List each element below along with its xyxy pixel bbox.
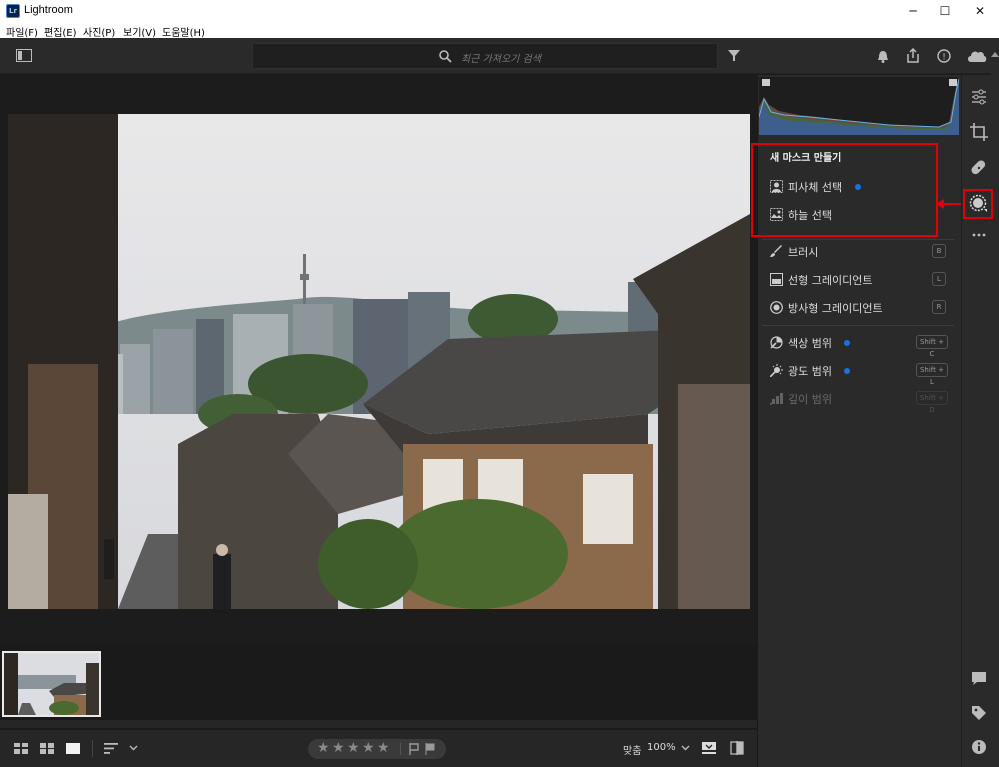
- star-2-icon[interactable]: ★: [332, 740, 345, 756]
- highlight-box-mask-options: [751, 143, 938, 237]
- thumbnail-image: [4, 653, 99, 715]
- filmstrip-thumbnail[interactable]: [2, 651, 101, 717]
- top-toolbar: 최근 가져오기 검색 !: [0, 38, 999, 74]
- menu-view[interactable]: 보기(V): [123, 24, 156, 39]
- info-icon[interactable]: [969, 737, 989, 757]
- star-4-icon[interactable]: ★: [362, 740, 375, 756]
- panel-toggle-icon[interactable]: [16, 49, 32, 62]
- color-range-icon: [770, 336, 783, 349]
- chevron-down-icon[interactable]: [129, 745, 138, 751]
- linear-gradient-icon: [770, 273, 783, 286]
- share-icon[interactable]: [906, 48, 920, 63]
- star-1-icon[interactable]: ★: [317, 740, 330, 756]
- linear-gradient-shortcut: L: [932, 272, 946, 286]
- shadow-clip-toggle[interactable]: [762, 79, 770, 86]
- toolbar-divider: [92, 740, 93, 757]
- help-icon[interactable]: !: [937, 49, 951, 63]
- filmstrip: [0, 645, 757, 730]
- menu-edit[interactable]: 편집(E): [44, 24, 77, 39]
- minimize-button[interactable]: ─: [895, 0, 931, 22]
- flag-reject-icon[interactable]: [425, 743, 435, 755]
- masking-icon[interactable]: [968, 193, 988, 213]
- edit-sliders-icon[interactable]: [969, 87, 989, 107]
- luminance-range-new-dot: [844, 368, 850, 374]
- title-bar: Lr Lightroom ─ ☐ ✕: [0, 0, 999, 22]
- filter-icon[interactable]: [728, 50, 740, 62]
- histogram-graph: [759, 77, 959, 135]
- luminance-range-shortcut: Shift + L: [916, 363, 948, 386]
- brush-item[interactable]: 브러시 B: [770, 243, 950, 261]
- main-photo[interactable]: [8, 114, 750, 609]
- maximize-button[interactable]: ☐: [927, 0, 963, 22]
- luminance-range-label: 광도 범위: [788, 365, 832, 378]
- more-icon[interactable]: [969, 225, 989, 245]
- menu-bar: 파일(F) 편집(E) 사진(P) 보기(V) 도움말(H): [0, 22, 999, 39]
- star-rating[interactable]: ★ ★ ★ ★ ★: [308, 739, 446, 759]
- photo-image: [8, 114, 750, 609]
- depth-range-shortcut: Shift + D: [916, 391, 948, 414]
- radial-gradient-item[interactable]: 방사형 그레이디언트 R: [770, 299, 950, 317]
- toolbar-scroll-track: [991, 38, 999, 75]
- linear-gradient-label: 선형 그레이디언트: [788, 274, 873, 287]
- brush-icon: [770, 245, 782, 257]
- highlight-clip-toggle[interactable]: [949, 79, 957, 86]
- scroll-up-arrow-icon[interactable]: [991, 52, 999, 57]
- sort-icon[interactable]: [104, 743, 118, 754]
- color-range-item[interactable]: 색상 범위 Shift + C: [770, 334, 950, 358]
- menu-file[interactable]: 파일(F): [6, 24, 38, 39]
- before-after-icon[interactable]: [730, 741, 744, 755]
- window-title: Lightroom: [24, 4, 73, 16]
- panel-divider: [762, 239, 954, 240]
- filmstrip-toggle-icon[interactable]: [702, 742, 716, 754]
- crop-icon[interactable]: [969, 122, 989, 142]
- comment-icon[interactable]: [969, 668, 989, 688]
- bell-icon[interactable]: [877, 50, 889, 63]
- search-input[interactable]: 최근 가져오기 검색: [461, 50, 541, 65]
- depth-range-label: 깊이 범위: [788, 393, 832, 406]
- square-grid-icon[interactable]: [14, 743, 28, 754]
- luminance-range-item[interactable]: 광도 범위 Shift + L: [770, 362, 950, 386]
- star-5-icon[interactable]: ★: [377, 740, 390, 756]
- star-3-icon[interactable]: ★: [347, 740, 360, 756]
- radial-gradient-shortcut: R: [932, 300, 946, 314]
- radial-gradient-label: 방사형 그레이디언트: [788, 302, 883, 315]
- tag-icon[interactable]: [969, 703, 989, 723]
- radial-gradient-icon: [770, 301, 783, 314]
- zoom-fit-label[interactable]: 맞춤: [623, 742, 641, 757]
- histogram: [759, 77, 959, 135]
- color-range-new-dot: [844, 340, 850, 346]
- color-range-shortcut: Shift + C: [916, 335, 948, 358]
- luminance-range-icon: [770, 364, 783, 377]
- color-range-label: 색상 범위: [788, 337, 832, 350]
- panel-divider-2: [762, 325, 954, 326]
- annotation-arrow-icon: [936, 199, 962, 209]
- healing-icon[interactable]: [969, 158, 989, 178]
- rating-divider: [400, 743, 401, 755]
- flag-pick-icon[interactable]: [409, 743, 419, 755]
- filmstrip-scrollbar[interactable]: [0, 720, 757, 728]
- menu-photo[interactable]: 사진(P): [83, 24, 115, 39]
- svg-text:!: !: [942, 53, 946, 63]
- close-button[interactable]: ✕: [962, 0, 998, 22]
- lightroom-logo: Lr: [6, 4, 20, 18]
- menu-help[interactable]: 도움말(H): [162, 24, 205, 39]
- detail-view-icon[interactable]: [66, 743, 80, 754]
- zoom-level[interactable]: 100%: [647, 742, 676, 753]
- zoom-chevron-down-icon[interactable]: [681, 745, 690, 751]
- depth-range-item: 깊이 범위 Shift + D: [770, 390, 950, 414]
- cloud-icon[interactable]: [967, 50, 987, 62]
- photo-grid-icon[interactable]: [40, 743, 54, 754]
- search-icon: [439, 50, 452, 63]
- search-bar[interactable]: 최근 가져오기 검색: [252, 43, 718, 69]
- brush-shortcut: B: [932, 244, 946, 258]
- brush-label: 브러시: [788, 246, 819, 259]
- tool-rail: [961, 75, 999, 767]
- linear-gradient-item[interactable]: 선형 그레이디언트 L: [770, 271, 950, 289]
- bottom-toolbar: ★ ★ ★ ★ ★ 맞춤 100%: [0, 730, 757, 767]
- depth-range-icon: [770, 393, 783, 405]
